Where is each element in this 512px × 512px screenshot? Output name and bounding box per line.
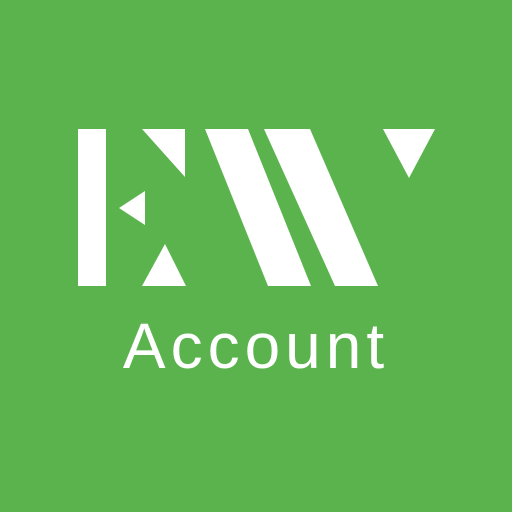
ew-logo-icon bbox=[78, 129, 435, 286]
app-icon: Account bbox=[0, 0, 512, 512]
account-label: Account bbox=[122, 310, 390, 382]
